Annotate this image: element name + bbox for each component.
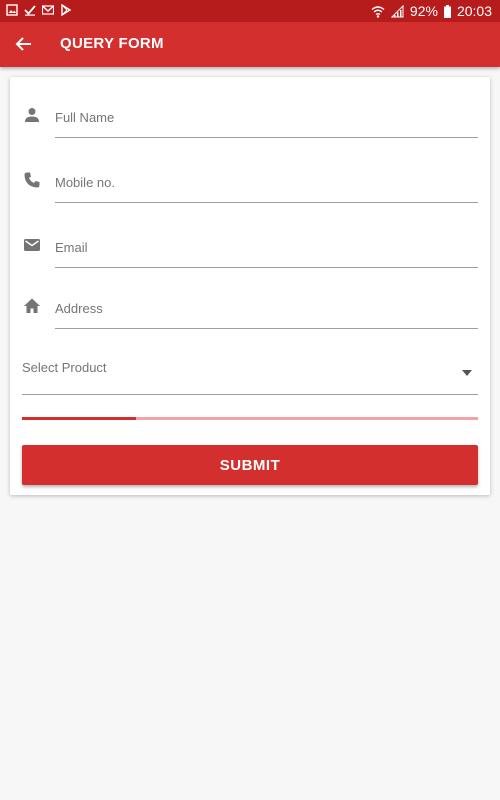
battery-percent: 92% — [409, 3, 438, 19]
query-form-card: Select Product SUBMIT — [10, 77, 490, 495]
address-input[interactable] — [55, 288, 478, 329]
notification-icons — [6, 4, 72, 16]
phone-icon — [24, 172, 40, 188]
submit-button[interactable]: SUBMIT — [22, 445, 478, 485]
address-field — [22, 288, 478, 338]
clock: 20:03 — [456, 3, 492, 19]
product-select[interactable]: Select Product — [22, 350, 478, 395]
page-title: QUERY FORM — [60, 35, 164, 52]
battery-icon — [443, 4, 451, 18]
progress-bar — [22, 417, 478, 420]
arrow-back-icon[interactable] — [14, 34, 34, 54]
product-select-label: Select Product — [22, 360, 107, 375]
status-bar: 92% 20:03 — [0, 0, 500, 22]
mobile-input[interactable] — [55, 162, 478, 203]
gallery-icon — [6, 4, 18, 16]
mobile-field — [22, 162, 478, 212]
home-icon — [24, 298, 40, 313]
email-input[interactable] — [55, 227, 478, 268]
person-icon — [25, 108, 39, 122]
dropdown-arrow-icon[interactable] — [462, 370, 472, 376]
email-icon — [24, 239, 40, 251]
full-name-field — [22, 97, 478, 147]
gmail-icon — [42, 5, 54, 15]
wifi-icon — [371, 5, 385, 18]
app-bar: QUERY FORM — [0, 22, 500, 67]
signal-icon — [390, 4, 404, 17]
play-store-icon — [61, 4, 72, 16]
check-icon — [24, 5, 36, 16]
system-status: 92% 20:03 — [371, 3, 492, 19]
full-name-input[interactable] — [55, 97, 478, 138]
progress-fill — [22, 417, 136, 420]
email-field — [22, 227, 478, 277]
